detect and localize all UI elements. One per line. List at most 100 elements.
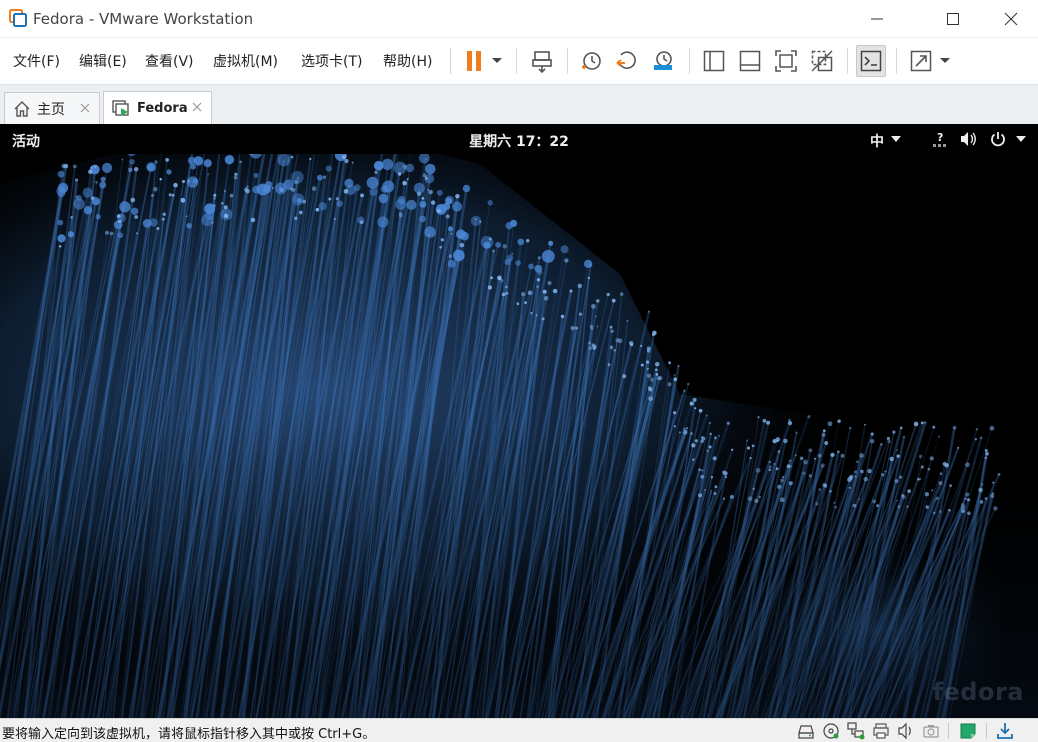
- fiber-tip: [220, 201, 224, 205]
- thumbnail-bar-button[interactable]: [735, 45, 765, 77]
- fiber-tip: [440, 238, 444, 242]
- fiber-tip: [694, 407, 697, 410]
- vm-running-icon: [112, 99, 129, 116]
- fiber-tip: [271, 186, 274, 189]
- close-icon[interactable]: [191, 101, 203, 113]
- fiber-tip: [154, 160, 158, 164]
- fiber-tip: [536, 278, 541, 282]
- fiber-tip: [377, 216, 389, 228]
- menu-file[interactable]: 文件(F): [13, 51, 60, 71]
- fiber-tip: [425, 163, 436, 175]
- fiber-tip: [541, 249, 555, 263]
- dropdown-arrow-icon[interactable]: [1016, 136, 1026, 142]
- fiber-tip: [451, 201, 463, 212]
- snapshot-take-button[interactable]: [576, 45, 606, 77]
- sound-card-icon[interactable]: [897, 722, 915, 740]
- fiber-tip: [524, 301, 527, 304]
- fiber-tip: [516, 302, 520, 306]
- close-button[interactable]: [988, 0, 1034, 38]
- fiber-tip: [596, 299, 600, 303]
- dropdown-arrow-icon: [891, 136, 901, 142]
- fiber-tip: [161, 217, 165, 221]
- snapshot-revert-button[interactable]: [612, 45, 642, 77]
- fiber-tip: [102, 162, 113, 173]
- menu-edit[interactable]: 编辑(E): [79, 51, 127, 71]
- fiber-tip: [578, 312, 583, 316]
- send-ctrl-alt-del-icon: [532, 51, 552, 73]
- fiber-tip: [82, 187, 93, 198]
- fiber-tip: [583, 259, 593, 269]
- fiber-tip: [296, 197, 303, 204]
- fiber-tip: [298, 210, 303, 215]
- fiber-tip: [479, 220, 482, 223]
- dropdown-arrow-icon: [940, 58, 950, 63]
- fiber-tip: [428, 189, 433, 195]
- pause-button[interactable]: [460, 45, 488, 77]
- fiber-tip: [607, 363, 611, 367]
- menu-tabs[interactable]: 选项卡(T): [301, 51, 362, 71]
- fiber-tip: [369, 187, 378, 196]
- fiber-tip: [543, 295, 549, 301]
- menu-view[interactable]: 查看(V): [145, 51, 194, 71]
- input-method-indicator[interactable]: 中: [870, 131, 884, 151]
- full-screen-button[interactable]: [771, 45, 801, 77]
- status-bar: 要将输入定向到该虚拟机，请将鼠标指针移入其中或按 Ctrl+G。: [0, 718, 1038, 742]
- send-ctrl-alt-del-button[interactable]: [527, 45, 557, 77]
- fiber-tip: [119, 201, 131, 213]
- fiber-tip: [487, 200, 493, 206]
- hard-disk-icon[interactable]: [797, 722, 815, 740]
- close-icon[interactable]: [79, 102, 91, 114]
- fiber-tip: [515, 260, 521, 266]
- fiber-tip: [418, 152, 430, 164]
- fiber-tip: [424, 176, 429, 180]
- camera-icon[interactable]: [922, 722, 940, 740]
- fiber-tip: [436, 189, 443, 196]
- network-unknown-icon[interactable]: ?: [932, 131, 950, 147]
- stretch-options-dropdown[interactable]: [936, 45, 954, 77]
- fiber-tip: [373, 160, 384, 171]
- fiber-tip: [380, 185, 389, 193]
- fiber-tip: [397, 196, 406, 204]
- network-adapter-icon[interactable]: [847, 722, 865, 740]
- fiber-tip: [560, 245, 569, 254]
- title-bar: Fedora - VMware Workstation: [0, 0, 1038, 38]
- stretch-guest-button[interactable]: [906, 45, 936, 77]
- fiber-tip: [564, 258, 569, 263]
- fiber-tip: [168, 193, 172, 197]
- fiber-tip: [527, 290, 533, 296]
- fiber-tip: [788, 418, 791, 422]
- unity-button[interactable]: [807, 45, 837, 77]
- library-view-button[interactable]: [699, 45, 729, 77]
- cd-dvd-icon[interactable]: [822, 722, 840, 740]
- fiber-tip: [509, 219, 518, 227]
- fiber-tip: [95, 180, 98, 184]
- tab-fedora[interactable]: Fedora: [103, 91, 212, 125]
- fiber-tip: [837, 419, 841, 423]
- maximize-button[interactable]: [930, 0, 976, 38]
- console-view-button[interactable]: [856, 45, 886, 77]
- fiber-tip: [492, 249, 496, 253]
- fiber-tip: [430, 200, 436, 205]
- menu-vm[interactable]: 虚拟机(M): [213, 51, 278, 71]
- volume-icon[interactable]: [960, 131, 978, 147]
- fiber-tip: [72, 164, 77, 169]
- message-log-icon[interactable]: [959, 722, 977, 740]
- fiber-tip: [483, 241, 491, 249]
- fiber-tip: [190, 163, 196, 170]
- snapshot-manager-button[interactable]: [648, 45, 678, 77]
- printer-icon[interactable]: [872, 722, 890, 740]
- vm-console[interactable]: 活动 星期六 17：22 中 ? fedora: [0, 124, 1038, 718]
- fiber-tip: [504, 259, 511, 265]
- menu-help[interactable]: 帮助(H): [383, 51, 432, 71]
- fiber-tip: [315, 207, 320, 212]
- download-icon[interactable]: [996, 722, 1014, 740]
- power-options-dropdown[interactable]: [488, 45, 506, 77]
- fiber-tip: [185, 215, 188, 218]
- minimize-button[interactable]: [854, 0, 900, 38]
- tab-home[interactable]: 主页: [4, 92, 100, 125]
- fiber-tip: [673, 411, 677, 415]
- fiber-tip: [159, 177, 162, 181]
- toolbar-separator: [896, 48, 897, 74]
- fiber-tip: [421, 197, 425, 200]
- power-icon[interactable]: [990, 131, 1006, 147]
